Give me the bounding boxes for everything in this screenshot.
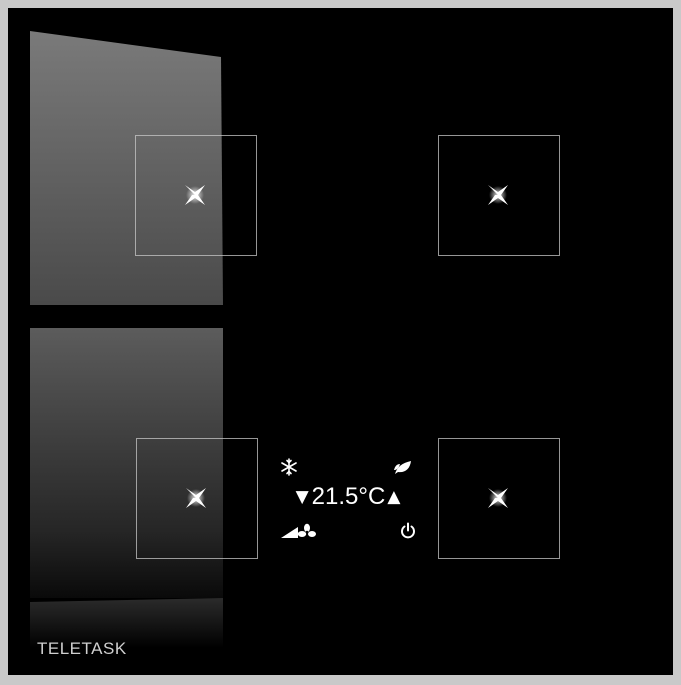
star-led-icon bbox=[185, 185, 205, 205]
touch-key-bottom-right[interactable] bbox=[438, 438, 560, 559]
temperature-value: 21.5°C bbox=[311, 483, 386, 510]
star-led-icon bbox=[186, 488, 206, 508]
power-icon[interactable] bbox=[399, 522, 417, 540]
star-led-icon bbox=[488, 488, 508, 508]
temperature-row: ▼ 21.5°C ▲ bbox=[274, 482, 422, 512]
thermostat-display: ▼ 21.5°C ▲ bbox=[274, 452, 424, 552]
brand-logo: TELETASK bbox=[37, 639, 127, 658]
device-frame: ▼ 21.5°C ▲ TELETASK bbox=[0, 0, 681, 685]
touch-key-bottom-left[interactable] bbox=[136, 438, 258, 559]
leaf-icon[interactable] bbox=[393, 458, 413, 476]
temperature-down-button[interactable]: ▼ bbox=[296, 488, 309, 506]
glass-reflection bbox=[30, 31, 223, 648]
star-led-icon bbox=[488, 185, 508, 205]
fan-speed-icon[interactable] bbox=[280, 522, 316, 540]
touch-key-top-left[interactable] bbox=[135, 135, 257, 256]
touch-panel: ▼ 21.5°C ▲ TELETASK bbox=[8, 8, 673, 675]
temperature-up-button[interactable]: ▲ bbox=[387, 488, 400, 506]
touch-key-top-right[interactable] bbox=[438, 135, 560, 256]
snowflake-icon[interactable] bbox=[280, 458, 298, 476]
